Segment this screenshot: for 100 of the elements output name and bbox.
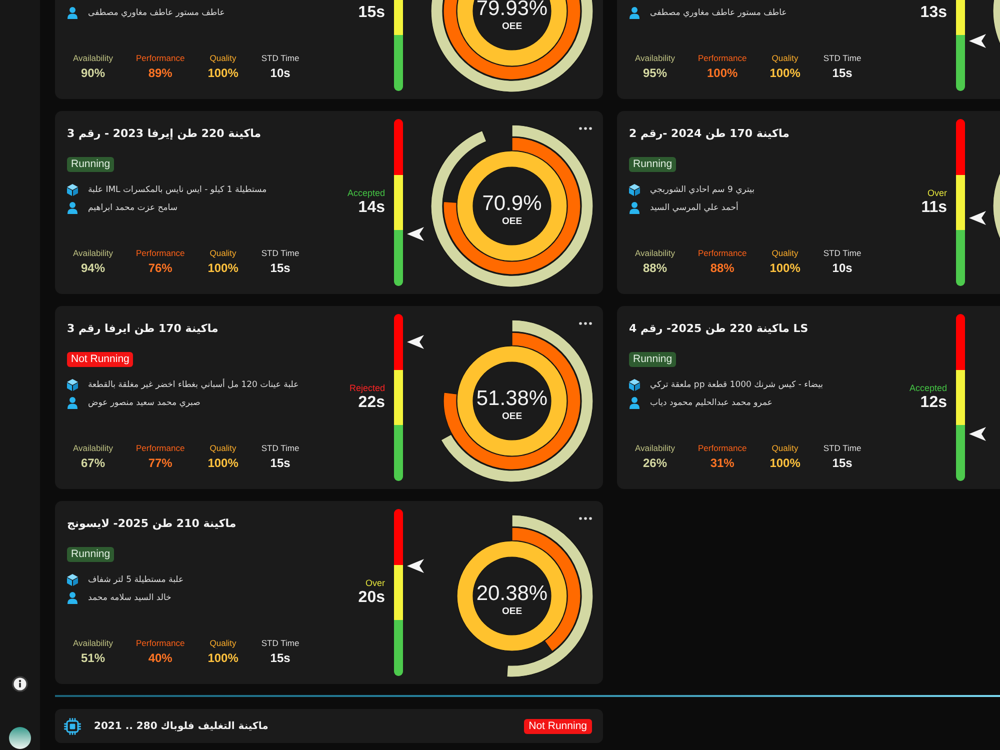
status-badge: Not Running [524,718,592,734]
metric-value: 100% [770,261,800,276]
metric-label: Performance [136,638,185,649]
oee-value: 70.9% [482,192,542,216]
product-name: بيتري 9 سم احادي الشوربجي [650,184,754,197]
more-icon[interactable] [579,517,592,520]
status-badge: Running [629,352,676,367]
metric-label: STD Time [261,53,300,64]
cycle-status: Rejected [349,383,385,394]
metric-value: 94% [80,261,106,276]
metric-label: Quality [210,443,236,454]
oee-label: OEE [502,216,522,226]
operator-name: أحمد علي المرسي السيد [650,201,738,215]
cycle-time: 14s [358,199,385,217]
cycle-time: 12s [920,394,947,412]
metric-label: Performance [698,443,747,454]
metric-value: 95% [642,66,668,81]
metric-label: Quality [210,638,236,649]
metric-value: 15s [270,261,290,276]
metric-value: 15s [832,66,852,81]
metric-value: 40% [148,651,172,666]
cycle-status: Accepted [909,383,947,394]
status-badge: Running [629,157,676,172]
metric-value: 100% [770,66,800,81]
metric-value: 67% [80,456,106,471]
product-name: علبة مستطيلة 5 لتر شفاف [88,574,184,587]
metric-value: 100% [208,261,238,276]
cube-icon [67,184,78,196]
cycle-status: Accepted [347,188,385,199]
status-badge: Not Running [67,352,134,367]
operator-name: صبري محمد سعيد منصور عوض [88,397,200,410]
person-icon [629,202,640,214]
metric-value: 15s [270,651,290,666]
metric-label: STD Time [261,443,300,454]
metric-value: 15s [270,456,290,471]
metric-value: 10s [270,66,290,81]
status-badge: Running [67,157,114,172]
operator-name: عمرو محمد عبدالحليم محمود دياب [650,397,772,410]
person-icon [67,397,78,409]
person-icon [629,7,640,19]
metric-value: 51% [80,651,106,666]
metric-label: STD Time [261,248,300,259]
metric-label: Performance [136,53,185,64]
operator-name: عاطف مستور عاطف مغاوري مصطفى [88,7,225,20]
metric-value: 88% [710,261,734,276]
operator-name: عاطف مستور عاطف مغاوري مصطفى [650,7,787,20]
chip-icon [64,718,81,734]
metric-label: STD Time [823,53,862,64]
product-name: علبة عينات 120 مل أسباني بغطاء اخضر غير مغلقة بالقطعة [88,378,299,392]
oee-label: OEE [502,410,522,422]
product-name: ملعقة تركي pp بيضاء - كيس شرنك 1000 قطعة [650,379,824,392]
cycle-time: 20s [358,589,385,607]
metric-value: 76% [148,261,172,276]
cube-icon [67,379,78,391]
metric-value: 100% [770,456,800,471]
info-icon[interactable] [12,676,28,692]
metric-value: 77% [148,456,172,471]
person-icon [629,397,640,409]
cycle-time: 22s [358,394,385,412]
metric-label: Performance [136,248,185,259]
more-icon[interactable] [579,322,592,325]
cube-icon [629,184,640,196]
machine-title: ماكينة 170 طن 2024 -رقم 2 [629,126,790,142]
metric-label: Quality [772,443,798,454]
metric-value: 26% [642,456,668,471]
machine-title: ماكينة 220 طن 2025- رقم 4 LS [629,321,810,337]
cycle-status: Over [365,578,385,589]
status-badge: Running [67,547,114,562]
operator-name: خالد السيد سلامه محمد [88,592,172,605]
metric-value: 100% [208,456,238,471]
metric-label: Quality [210,248,236,259]
cycle-status: Over [927,188,947,199]
oee-label: OEE [502,606,522,616]
metric-label: Availability [635,53,676,64]
product-name: علبة IML مستطيلة 1 كيلو - ايس نايس بالمكسرات [88,184,267,197]
operator-name: سامح عزت محمد ابراهيم [88,202,178,215]
avatar[interactable] [9,727,31,749]
cube-icon [629,379,640,391]
cycle-time: 15s [358,4,385,22]
person-icon [67,202,78,214]
metric-label: Quality [772,248,798,259]
metric-label: Availability [73,248,114,259]
oee-value: 79.93% [476,0,548,20]
oee-value: 51.38% [476,386,548,410]
metric-label: Performance [136,443,185,454]
metric-value: 31% [710,456,734,471]
oee-value: 20.38% [476,582,548,606]
cycle-time: 13s [920,4,947,22]
person-icon [67,592,78,604]
machine-title: ماكينة التغليف فلوباك 280 .. 2021 [94,720,268,734]
metric-value: 10s [832,261,852,276]
metric-value: 15s [832,456,852,471]
machine-title: ماكينة 210 طن 2025- لايسونج [67,516,238,532]
cube-icon [67,574,78,586]
metric-label: STD Time [261,638,300,649]
metric-label: STD Time [823,443,862,454]
machine-title: ماكينة 170 طن ايرفا رقم 3 [67,321,220,337]
more-icon[interactable] [579,127,592,130]
machine-title: ماكينة 220 طن إيرفا 2023 - رقم 3 [67,126,262,142]
metric-value: 90% [80,66,106,81]
